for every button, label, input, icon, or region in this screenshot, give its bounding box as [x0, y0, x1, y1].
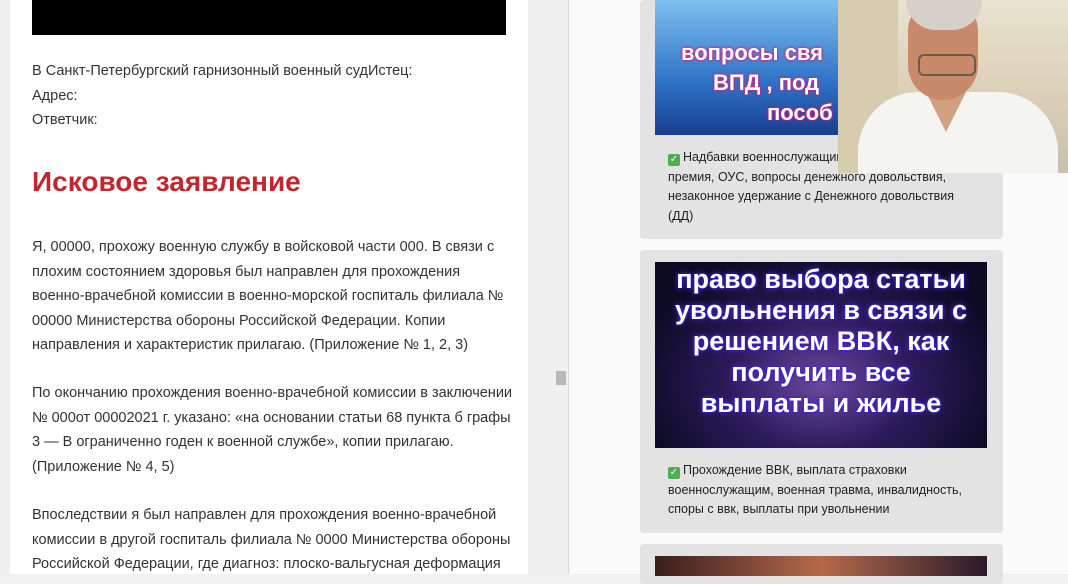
paragraph-1: Я, 00000, прохожу военную службу в войск…	[32, 239, 504, 353]
thumb2-line-1: право выбора статьи	[676, 264, 966, 294]
thumb2-line-5: выплаты и жилье	[700, 388, 942, 418]
thumb2-line-3: решением ВВК, как	[692, 326, 950, 356]
header-lines: В Санкт-Петербургский гарнизонный военны…	[32, 59, 512, 133]
thumb2-line-4: получить все	[731, 357, 911, 387]
paragraph-2: По окончанию прохождения военно-врачебно…	[32, 385, 513, 475]
check-mark-icon: ✓	[668, 154, 680, 166]
desc2-line-3: споры с ввк, выплаты при увольнении	[668, 502, 890, 516]
pane-divider-scrollbar[interactable]	[552, 0, 569, 574]
desc1-line-1: Надбавки военнослужащим,	[683, 150, 849, 164]
thumb2-text: право выбора статьи увольнения в связи с…	[655, 264, 987, 419]
black-image-bar	[32, 0, 506, 35]
webcam-overlay	[838, 0, 1068, 173]
desc1-line-3: незаконное удержание с Денежного довольс…	[668, 189, 955, 203]
desc2-line-2: военнослужащим, военная травма, инвалидн…	[668, 482, 962, 497]
desc2-line-1: Прохождение ВВК, выплата страховки	[683, 463, 907, 477]
address-line: Адрес:	[32, 87, 78, 104]
defendant-line: Ответчик:	[32, 112, 98, 128]
court-line: В Санкт-Петербургский гарнизонный военны…	[32, 63, 413, 79]
video-thumbnail-2[interactable]: право выбора статьи увольнения в связи с…	[655, 262, 987, 448]
article-body: В Санкт-Петербургский гарнизонный военны…	[10, 0, 528, 574]
scrollbar-thumb[interactable]	[556, 371, 566, 385]
desc1-line-4: (ДД)	[668, 208, 694, 223]
video-description-2[interactable]: ✓ Прохождение ВВК, выплата страховки воен…	[668, 461, 968, 520]
paragraph-3: Впоследствии я был направлен для прохожд…	[32, 507, 511, 572]
thumb2-line-2: увольнения в связи с	[675, 295, 967, 325]
video-thumbnail-3[interactable]	[655, 556, 987, 576]
check-mark-icon: ✓	[668, 467, 680, 479]
page-title: Исковое заявление	[32, 166, 301, 197]
webcam-presenter-glasses	[918, 54, 976, 76]
document-pane: В Санкт-Петербургский гарнизонный военны…	[0, 0, 552, 574]
